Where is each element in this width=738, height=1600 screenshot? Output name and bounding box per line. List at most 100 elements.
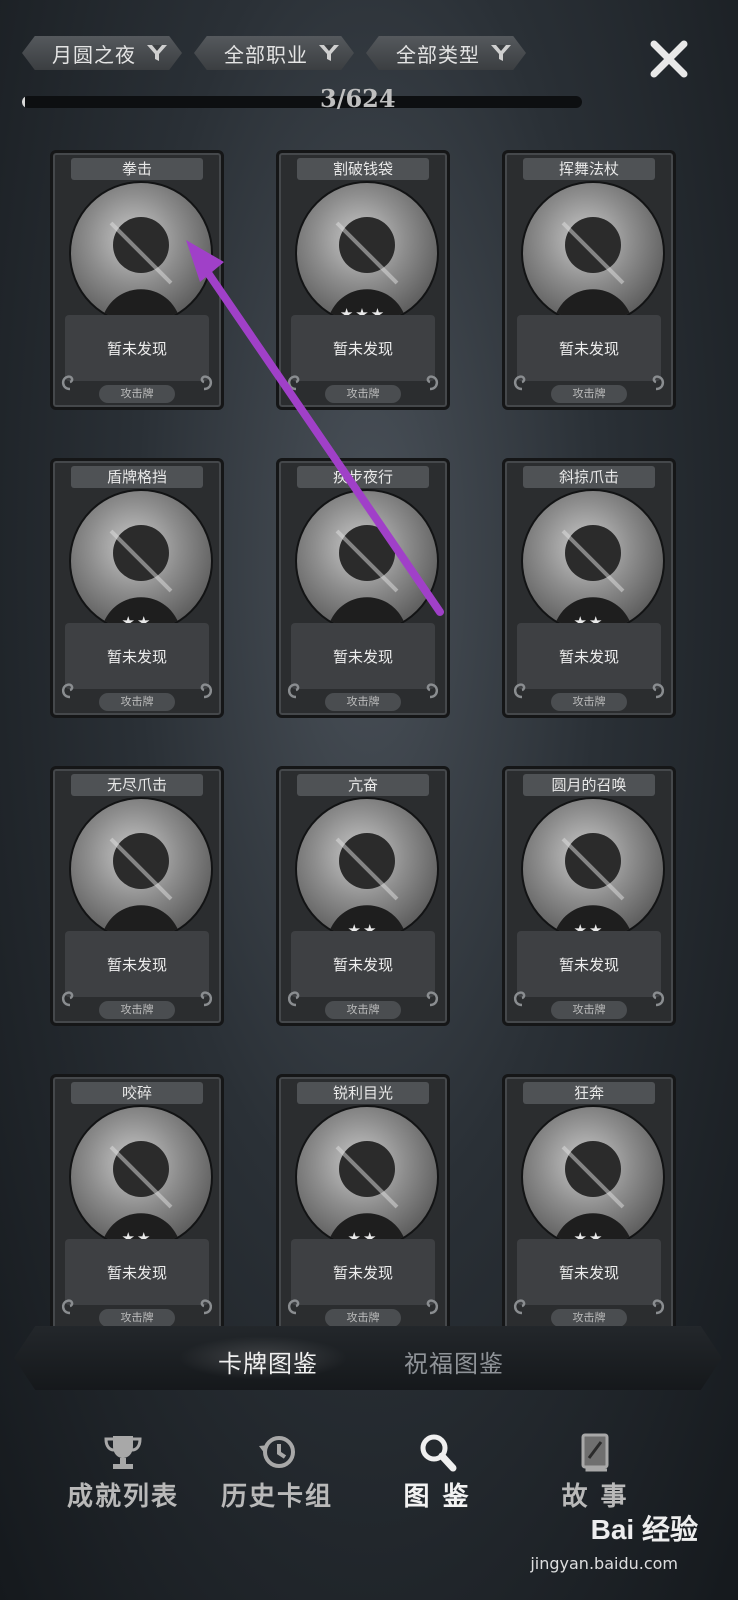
nav-gallery-label: 图 鉴 xyxy=(403,1482,471,1512)
card-7[interactable]: 无尽爪击暂未发现攻击牌 xyxy=(50,766,224,1026)
card-5[interactable]: 疾步夜行暂未发现攻击牌 xyxy=(276,458,450,718)
close-icon[interactable] xyxy=(650,40,688,78)
card-name: 割破钱袋 xyxy=(297,158,429,180)
card-artwork xyxy=(521,181,665,325)
card-status: 暂未发现 xyxy=(65,623,209,689)
card-artwork xyxy=(521,1105,665,1249)
swirl-ornament-icon xyxy=(59,1293,81,1315)
card-name: 挥舞法杖 xyxy=(523,158,655,180)
card-name: 狂奔 xyxy=(523,1082,655,1104)
card-artwork xyxy=(69,797,213,941)
tab-bar xyxy=(14,1326,722,1390)
filter-type-label: 全部类型 xyxy=(396,42,480,67)
card-type-badge: 攻击牌 xyxy=(99,385,175,403)
nav-gallery[interactable]: 图 鉴 xyxy=(362,1432,512,1513)
swirl-ornament-icon xyxy=(645,369,667,391)
card-3[interactable]: 挥舞法杖暂未发现攻击牌 xyxy=(502,150,676,410)
card-1[interactable]: 拳击 暂未发现 攻击牌 xyxy=(50,150,224,410)
swirl-ornament-icon xyxy=(511,369,533,391)
funnel-icon xyxy=(319,45,339,61)
card-type-badge: 攻击牌 xyxy=(551,385,627,403)
swirl-ornament-icon xyxy=(59,677,81,699)
collection-progress-bar xyxy=(22,96,582,108)
watermark-url: jingyan.baidu.com xyxy=(530,1554,678,1573)
swirl-ornament-icon xyxy=(59,985,81,1007)
card-artwork xyxy=(521,797,665,941)
baidu-watermark: Bai 经验 xyxy=(590,1514,698,1545)
filter-class-label: 全部职业 xyxy=(224,42,308,67)
swirl-ornament-icon xyxy=(193,1293,215,1315)
swirl-ornament-icon xyxy=(193,985,215,1007)
card-8[interactable]: 亢奋 ★★ 暂未发现 攻击牌 xyxy=(276,766,450,1026)
card-grid: 拳击 暂未发现 攻击牌 割破钱袋 ★★★ 暂未发现 攻击牌 挥舞法杖 暂未发现 攻击牌 盾牌格挡 ★★… xyxy=(50,150,690,1330)
card-type-badge: 攻击牌 xyxy=(325,1001,401,1019)
filter-type[interactable]: 全部类型 xyxy=(366,36,526,70)
nav-achievements-label: 成就列表 xyxy=(66,1482,179,1512)
history-icon xyxy=(259,1436,295,1468)
tab-card-gallery[interactable]: 卡牌图鉴 xyxy=(218,1344,318,1379)
card-name: 疾步夜行 xyxy=(297,466,429,488)
card-status: 暂未发现 xyxy=(65,315,209,381)
card-status: 暂未发现 xyxy=(517,315,661,381)
book-icon xyxy=(581,1433,609,1472)
trophy-icon xyxy=(104,1436,142,1469)
card-status: 暂未发现 xyxy=(65,1239,209,1305)
card-type-badge: 攻击牌 xyxy=(99,1001,175,1019)
card-status: 暂未发现 xyxy=(65,931,209,997)
card-type-badge: 攻击牌 xyxy=(551,1001,627,1019)
card-type-badge: 攻击牌 xyxy=(325,693,401,711)
swirl-ornament-icon xyxy=(285,1293,307,1315)
card-status: 暂未发现 xyxy=(291,931,435,997)
card-11[interactable]: 锐利目光 ★★ 暂未发现 攻击牌 xyxy=(276,1074,450,1330)
card-status: 暂未发现 xyxy=(291,315,435,381)
nav-achievements[interactable]: 成就列表 xyxy=(48,1432,198,1513)
swirl-ornament-icon xyxy=(419,985,441,1007)
card-artwork xyxy=(69,489,213,633)
swirl-ornament-icon xyxy=(419,1293,441,1315)
card-4[interactable]: 盾牌格挡 ★★ 暂未发现 攻击牌 xyxy=(50,458,224,718)
card-type-badge: 攻击牌 xyxy=(99,1309,175,1327)
card-2[interactable]: 割破钱袋 ★★★ 暂未发现 攻击牌 xyxy=(276,150,450,410)
card-name: 拳击 xyxy=(71,158,203,180)
card-artwork xyxy=(295,181,439,325)
funnel-icon xyxy=(491,45,511,61)
filter-class[interactable]: 全部职业 xyxy=(194,36,354,70)
card-name: 无尽爪击 xyxy=(71,774,203,796)
nav-history-decks[interactable]: 历史卡组 xyxy=(202,1432,352,1513)
swirl-ornament-icon xyxy=(511,1293,533,1315)
swirl-ornament-icon xyxy=(285,677,307,699)
card-artwork xyxy=(295,797,439,941)
card-type-badge: 攻击牌 xyxy=(325,1309,401,1327)
card-status: 暂未发现 xyxy=(517,931,661,997)
collection-count: 3/624 xyxy=(320,84,396,113)
card-6[interactable]: 斜掠爪击 ★★ 暂未发现 攻击牌 xyxy=(502,458,676,718)
funnel-icon xyxy=(147,45,167,61)
card-12[interactable]: 狂奔 ★★ 暂未发现 攻击牌 xyxy=(502,1074,676,1330)
filter-version-label: 月圆之夜 xyxy=(52,42,136,67)
nav-story[interactable]: 故 事 xyxy=(520,1432,670,1513)
card-artwork xyxy=(69,1105,213,1249)
swirl-ornament-icon xyxy=(59,369,81,391)
card-artwork xyxy=(295,489,439,633)
card-status: 暂未发现 xyxy=(517,1239,661,1305)
magnifier-icon xyxy=(420,1434,457,1472)
filter-version[interactable]: 月圆之夜 xyxy=(22,36,182,70)
progress-fill xyxy=(22,96,25,108)
card-type-badge: 攻击牌 xyxy=(99,693,175,711)
swirl-ornament-icon xyxy=(645,1293,667,1315)
card-status: 暂未发现 xyxy=(291,1239,435,1305)
nav-history-decks-label: 历史卡组 xyxy=(220,1482,333,1512)
card-name: 锐利目光 xyxy=(297,1082,429,1104)
card-name: 亢奋 xyxy=(297,774,429,796)
swirl-ornament-icon xyxy=(511,985,533,1007)
tab-blessing-gallery[interactable]: 祝福图鉴 xyxy=(404,1344,504,1379)
card-10[interactable]: 咬碎 ★★ 暂未发现 攻击牌 xyxy=(50,1074,224,1330)
swirl-ornament-icon xyxy=(419,677,441,699)
card-9[interactable]: 圆月的召唤 ★★ 暂未发现 攻击牌 xyxy=(502,766,676,1026)
swirl-ornament-icon xyxy=(645,677,667,699)
card-status: 暂未发现 xyxy=(291,623,435,689)
card-name: 盾牌格挡 xyxy=(71,466,203,488)
swirl-ornament-icon xyxy=(419,369,441,391)
card-type-badge: 攻击牌 xyxy=(551,693,627,711)
card-name: 斜掠爪击 xyxy=(523,466,655,488)
